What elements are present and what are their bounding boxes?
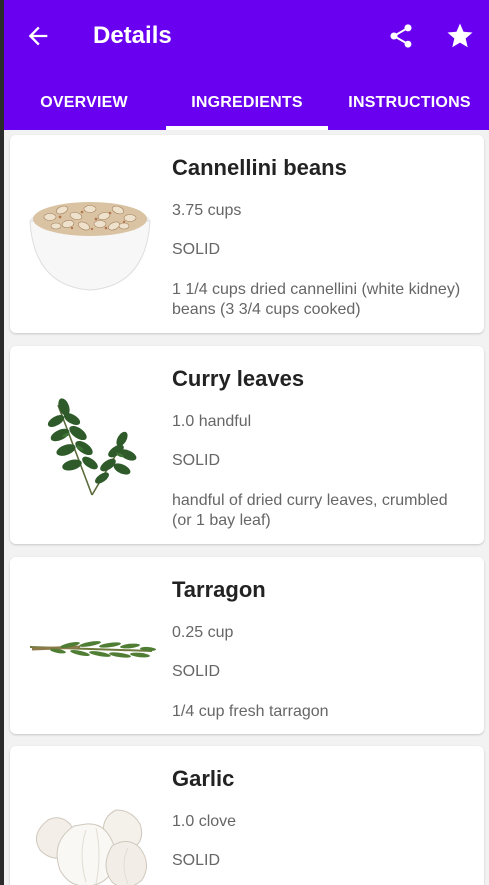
curry-leaves-image	[47, 398, 137, 496]
ingredient-description: handful of dried curry leaves, crumbled …	[172, 492, 448, 529]
ingredient-name: Garlic	[172, 766, 235, 791]
ingredient-type: SOLID	[172, 852, 221, 869]
app-bar: Details OVERVIEW INGREDIENTS INSTRUCTION…	[4, 0, 489, 130]
tab-bar: OVERVIEW INGREDIENTS INSTRUCTIONS	[4, 76, 489, 130]
ingredient-name: Curry leaves	[172, 366, 305, 391]
ingredient-type: SOLID	[172, 663, 221, 680]
toolbar: Details	[4, 0, 489, 72]
ingredient-description: 1/4 cup fresh tarragon	[172, 703, 329, 720]
ingredient-quantity: 1.0 handful	[172, 413, 252, 430]
ingredient-card[interactable]: Tarragon 0.25 cup SOLID 1/4 cup fresh ta…	[10, 557, 484, 734]
ingredient-name: Tarragon	[172, 577, 266, 602]
share-icon[interactable]	[387, 22, 415, 50]
ingredient-card[interactable]: Garlic 1.0 clove SOLID	[10, 746, 484, 885]
ingredient-description: 1 1/4 cups dried cannellini (white kidne…	[172, 281, 461, 318]
tab-overview[interactable]: OVERVIEW	[4, 76, 164, 130]
page-title: Details	[93, 22, 172, 49]
star-icon[interactable]	[445, 21, 475, 51]
ingredient-type: SOLID	[172, 452, 221, 469]
ingredient-quantity: 3.75 cups	[172, 202, 242, 219]
app-screen: Details OVERVIEW INGREDIENTS INSTRUCTION…	[4, 0, 489, 885]
ingredient-quantity: 0.25 cup	[172, 624, 234, 641]
ingredient-card[interactable]: Curry leaves 1.0 handful SOLID handful o…	[10, 346, 484, 544]
ingredient-quantity: 1.0 clove	[172, 813, 237, 830]
tarragon-image	[29, 641, 156, 658]
tab-instructions[interactable]: INSTRUCTIONS	[330, 76, 489, 130]
ingredient-list[interactable]: Cannellini beans 3.75 cups SOLID 1 1/4 c…	[4, 130, 489, 885]
garlic-image	[35, 809, 147, 885]
ingredient-card[interactable]: Cannellini beans 3.75 cups SOLID 1 1/4 c…	[10, 135, 484, 333]
ingredient-type: SOLID	[172, 241, 221, 258]
white-beans-bowl-image	[29, 202, 151, 291]
ingredient-name: Cannellini beans	[172, 155, 347, 180]
tab-ingredients[interactable]: INGREDIENTS	[166, 76, 328, 130]
arrow-left-icon[interactable]	[24, 22, 52, 50]
